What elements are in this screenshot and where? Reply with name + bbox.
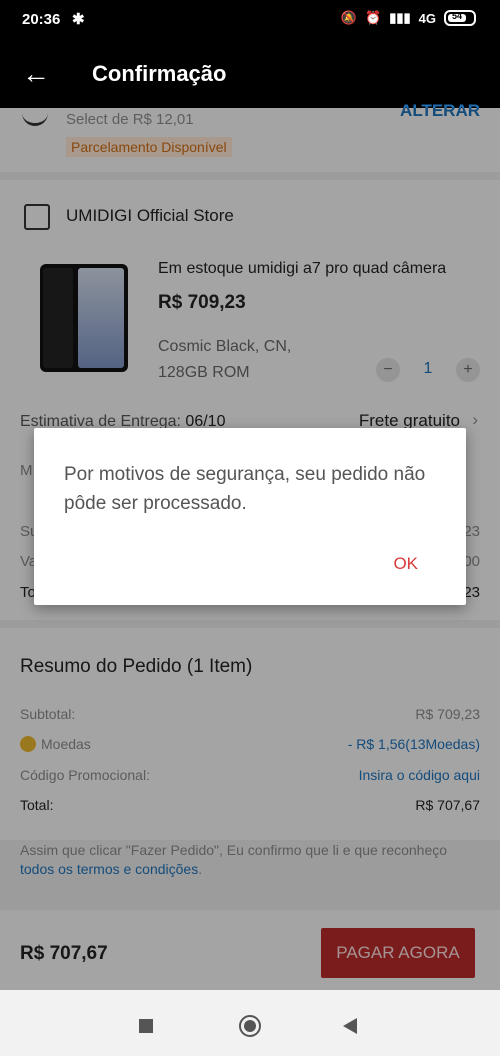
bluetooth-icon: ✱	[72, 11, 85, 28]
status-bar: 20:36 ✱ 🔕 ⏰ ▮▮▮ 4G 54	[0, 0, 500, 40]
back-icon[interactable]	[343, 1018, 357, 1034]
status-icons: 🔕 ⏰ ▮▮▮ 4G 54	[341, 10, 476, 26]
page-title: Confirmação	[92, 61, 227, 86]
app-bar: ← Confirmação	[0, 40, 500, 108]
ok-button[interactable]: OK	[393, 554, 418, 574]
battery-level: 54	[452, 11, 463, 21]
error-dialog: Por motivos de segurança, seu pedido não…	[34, 428, 466, 605]
muted-bell-icon: 🔕	[340, 10, 357, 25]
network-type: 4G	[418, 10, 436, 26]
recent-apps-icon[interactable]	[139, 1019, 153, 1033]
dialog-message: Por motivos de segurança, seu pedido não…	[64, 464, 426, 514]
status-time: 20:36	[22, 11, 61, 28]
back-arrow-icon[interactable]: ←	[22, 58, 50, 90]
alarm-icon: ⏰	[365, 10, 382, 25]
signal-icon: ▮▮▮	[389, 10, 411, 25]
battery-icon: 54	[444, 10, 476, 26]
system-nav-bar	[0, 990, 500, 1056]
home-icon[interactable]	[239, 1015, 261, 1037]
